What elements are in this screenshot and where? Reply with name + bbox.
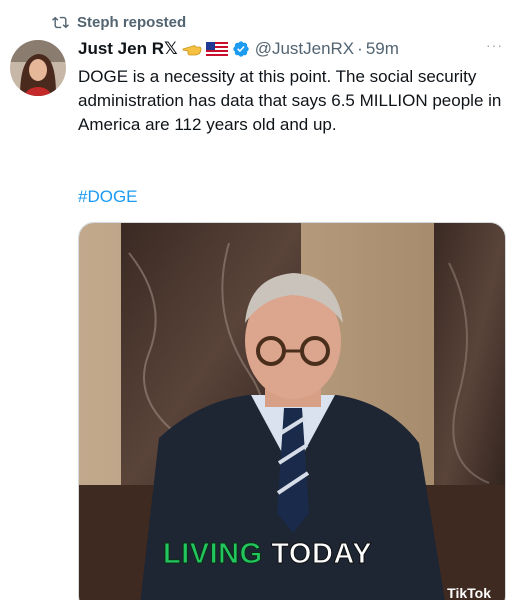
author-handle[interactable]: @JustJenRX bbox=[255, 39, 354, 59]
repost-label: Steph reposted bbox=[77, 13, 187, 31]
timestamp[interactable]: 59m bbox=[366, 39, 399, 59]
tiktok-watermark: TikTok bbox=[447, 585, 491, 600]
hashtag-link[interactable]: #DOGE bbox=[78, 187, 138, 207]
video-caption: LIVING TODAY bbox=[163, 538, 373, 571]
avatar[interactable] bbox=[10, 40, 66, 96]
repost-indicator[interactable]: Steph reposted bbox=[52, 12, 186, 32]
tweet-text: DOGE is a necessity at this point. The s… bbox=[78, 67, 502, 134]
more-options-icon[interactable]: ··· bbox=[486, 37, 503, 53]
verified-badge-icon bbox=[232, 40, 250, 58]
tweet-header: Just Jen R𝕏 @JustJenRX · 59m ··· bbox=[78, 37, 507, 61]
caption-living: LIVING bbox=[163, 538, 263, 571]
repost-icon bbox=[52, 16, 69, 28]
author-name[interactable]: Just Jen R𝕏 bbox=[78, 39, 178, 59]
caption-today: TODAY bbox=[271, 538, 373, 571]
us-flag-icon bbox=[205, 41, 228, 57]
separator-dot: · bbox=[357, 39, 363, 58]
video-thumbnail[interactable]: LIVING TODAY TikTok bbox=[78, 222, 506, 600]
pointing-hand-icon bbox=[182, 40, 202, 58]
